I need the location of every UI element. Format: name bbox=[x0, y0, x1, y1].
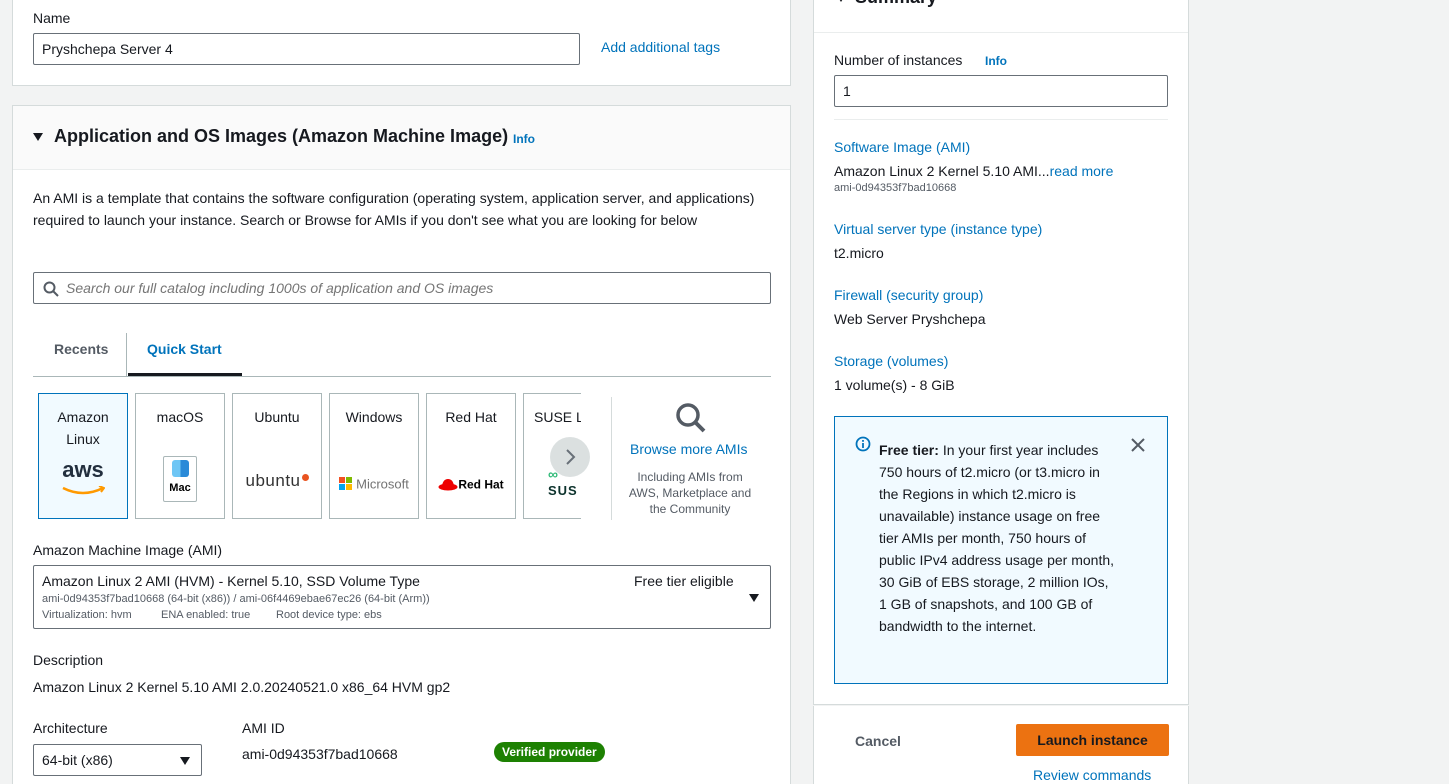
ubuntu-logo-icon: ubuntu bbox=[233, 470, 321, 492]
free-tier-alert: Free tier: In your first year includes 7… bbox=[834, 416, 1168, 684]
info-circle-icon bbox=[855, 436, 871, 452]
aws-logo-icon: aws bbox=[39, 459, 127, 502]
instance-type-link[interactable]: Virtual server type (instance type) bbox=[834, 221, 1042, 237]
name-label: Name bbox=[33, 10, 71, 26]
os-card-label: Red Hat bbox=[445, 409, 497, 425]
close-icon[interactable] bbox=[1131, 438, 1145, 452]
redhat-logo-icon: Red Hat bbox=[427, 472, 515, 495]
free-tier-eligible-label: Free tier eligible bbox=[634, 573, 734, 589]
firewall-value: Web Server Pryshchepa bbox=[834, 311, 986, 327]
ami-search-box[interactable] bbox=[33, 272, 771, 304]
collapse-caret-icon[interactable] bbox=[33, 133, 43, 141]
ami-select[interactable]: Amazon Linux 2 AMI (HVM) - Kernel 5.10, … bbox=[33, 565, 771, 629]
cancel-button[interactable]: Cancel bbox=[855, 733, 901, 749]
os-card-macos[interactable]: macOS Mac bbox=[135, 393, 225, 519]
review-commands-link[interactable]: Review commands bbox=[1033, 767, 1151, 783]
storage-link[interactable]: Storage (volumes) bbox=[834, 353, 948, 369]
ami-section-header[interactable]: Application and OS Images (Amazon Machin… bbox=[13, 106, 790, 170]
free-tier-text: Free tier: In your first year includes 7… bbox=[879, 442, 1115, 634]
name-input[interactable]: Pryshchepa Server 4 bbox=[33, 33, 580, 65]
browse-more-caption: Including AMIs from AWS, Marketplace and… bbox=[628, 470, 752, 516]
tab-divider bbox=[126, 333, 127, 377]
ami-description: An AMI is a template that contains the s… bbox=[33, 190, 755, 228]
chevron-right-icon bbox=[566, 449, 576, 465]
add-tags-link[interactable]: Add additional tags bbox=[601, 39, 720, 55]
ami-id-label: AMI ID bbox=[242, 720, 285, 736]
os-card-label: macOS bbox=[156, 409, 204, 425]
magnifier-icon bbox=[676, 403, 706, 433]
ami-root-device: Root device type: ebs bbox=[276, 609, 382, 621]
search-icon bbox=[43, 281, 59, 297]
tabs-underline bbox=[33, 376, 771, 377]
summary-footer: Cancel Launch instance Review commands bbox=[813, 706, 1189, 784]
architecture-label: Architecture bbox=[33, 720, 108, 736]
instances-input[interactable]: 1 bbox=[834, 75, 1168, 107]
instance-type-value: t2.micro bbox=[834, 245, 884, 261]
ami-ena: ENA enabled: true bbox=[161, 609, 251, 621]
os-card-label: Amazon Linux bbox=[57, 409, 109, 447]
firewall-link[interactable]: Firewall (security group) bbox=[834, 287, 983, 303]
ami-panel: Application and OS Images (Amazon Machin… bbox=[12, 105, 791, 784]
browse-divider bbox=[611, 397, 612, 520]
tab-recents[interactable]: Recents bbox=[54, 341, 108, 357]
ami-info-link[interactable]: Info bbox=[513, 132, 535, 146]
ami-select-ids: ami-0d94353f7bad10668 (64-bit (x86)) / a… bbox=[42, 593, 430, 605]
storage-value: 1 volume(s) - 8 GiB bbox=[834, 377, 955, 393]
dropdown-caret-icon bbox=[180, 757, 190, 765]
description-value: Amazon Linux 2 Kernel 5.10 AMI 2.0.20240… bbox=[33, 679, 451, 695]
software-image-id: ami-0d94353f7bad10668 bbox=[834, 182, 957, 194]
mac-logo-icon: Mac bbox=[136, 456, 224, 502]
summary-title: Summary bbox=[855, 0, 937, 8]
collapse-caret-icon[interactable] bbox=[836, 0, 846, 2]
tab-quick-start[interactable]: Quick Start bbox=[147, 341, 222, 357]
ami-select-label: Amazon Machine Image (AMI) bbox=[33, 542, 223, 558]
os-card-ubuntu[interactable]: Ubuntu ubuntu bbox=[232, 393, 322, 519]
ami-id-value: ami-0d94353f7bad10668 bbox=[242, 746, 398, 762]
launch-instance-button[interactable]: Launch instance bbox=[1016, 724, 1169, 756]
instances-label: Number of instances bbox=[834, 52, 963, 68]
ami-select-name: Amazon Linux 2 AMI (HVM) - Kernel 5.10, … bbox=[42, 573, 420, 589]
microsoft-logo-icon: Microsoft bbox=[330, 472, 418, 495]
dropdown-caret-icon bbox=[749, 594, 759, 602]
ami-virtualization: Virtualization: hvm bbox=[42, 609, 132, 621]
carousel-next-button[interactable] bbox=[550, 437, 590, 477]
ami-section-title: Application and OS Images (Amazon Machin… bbox=[54, 126, 509, 146]
read-more-link[interactable]: read more bbox=[1050, 163, 1114, 179]
instances-info-link[interactable]: Info bbox=[985, 54, 1007, 68]
os-card-label: Windows bbox=[345, 409, 403, 425]
description-label: Description bbox=[33, 652, 104, 668]
os-card-label: Ubuntu bbox=[254, 409, 300, 425]
os-card-red-hat[interactable]: Red Hat Red Hat bbox=[426, 393, 516, 519]
os-card-label: SUSE Li bbox=[534, 409, 581, 425]
ami-search-input[interactable] bbox=[66, 274, 756, 302]
summary-header[interactable]: Summary bbox=[814, 0, 1188, 33]
os-card-windows[interactable]: Windows Microsoft bbox=[329, 393, 419, 519]
architecture-value: 64-bit (x86) bbox=[42, 752, 113, 768]
software-image-value: Amazon Linux 2 Kernel 5.10 AMI...read mo… bbox=[834, 163, 1114, 179]
software-image-link[interactable]: Software Image (AMI) bbox=[834, 139, 970, 155]
summary-panel: Summary Number of instances Info 1 Softw… bbox=[813, 0, 1189, 705]
os-card-amazon-linux[interactable]: Amazon Linux aws bbox=[38, 393, 128, 519]
architecture-select[interactable]: 64-bit (x86) bbox=[33, 744, 202, 776]
verified-provider-badge: Verified provider bbox=[494, 742, 605, 762]
name-panel: Name Pryshchepa Server 4 Add additional … bbox=[12, 0, 791, 86]
summary-divider bbox=[834, 119, 1168, 120]
browse-more-amis-link[interactable]: Browse more AMIs bbox=[630, 441, 747, 457]
